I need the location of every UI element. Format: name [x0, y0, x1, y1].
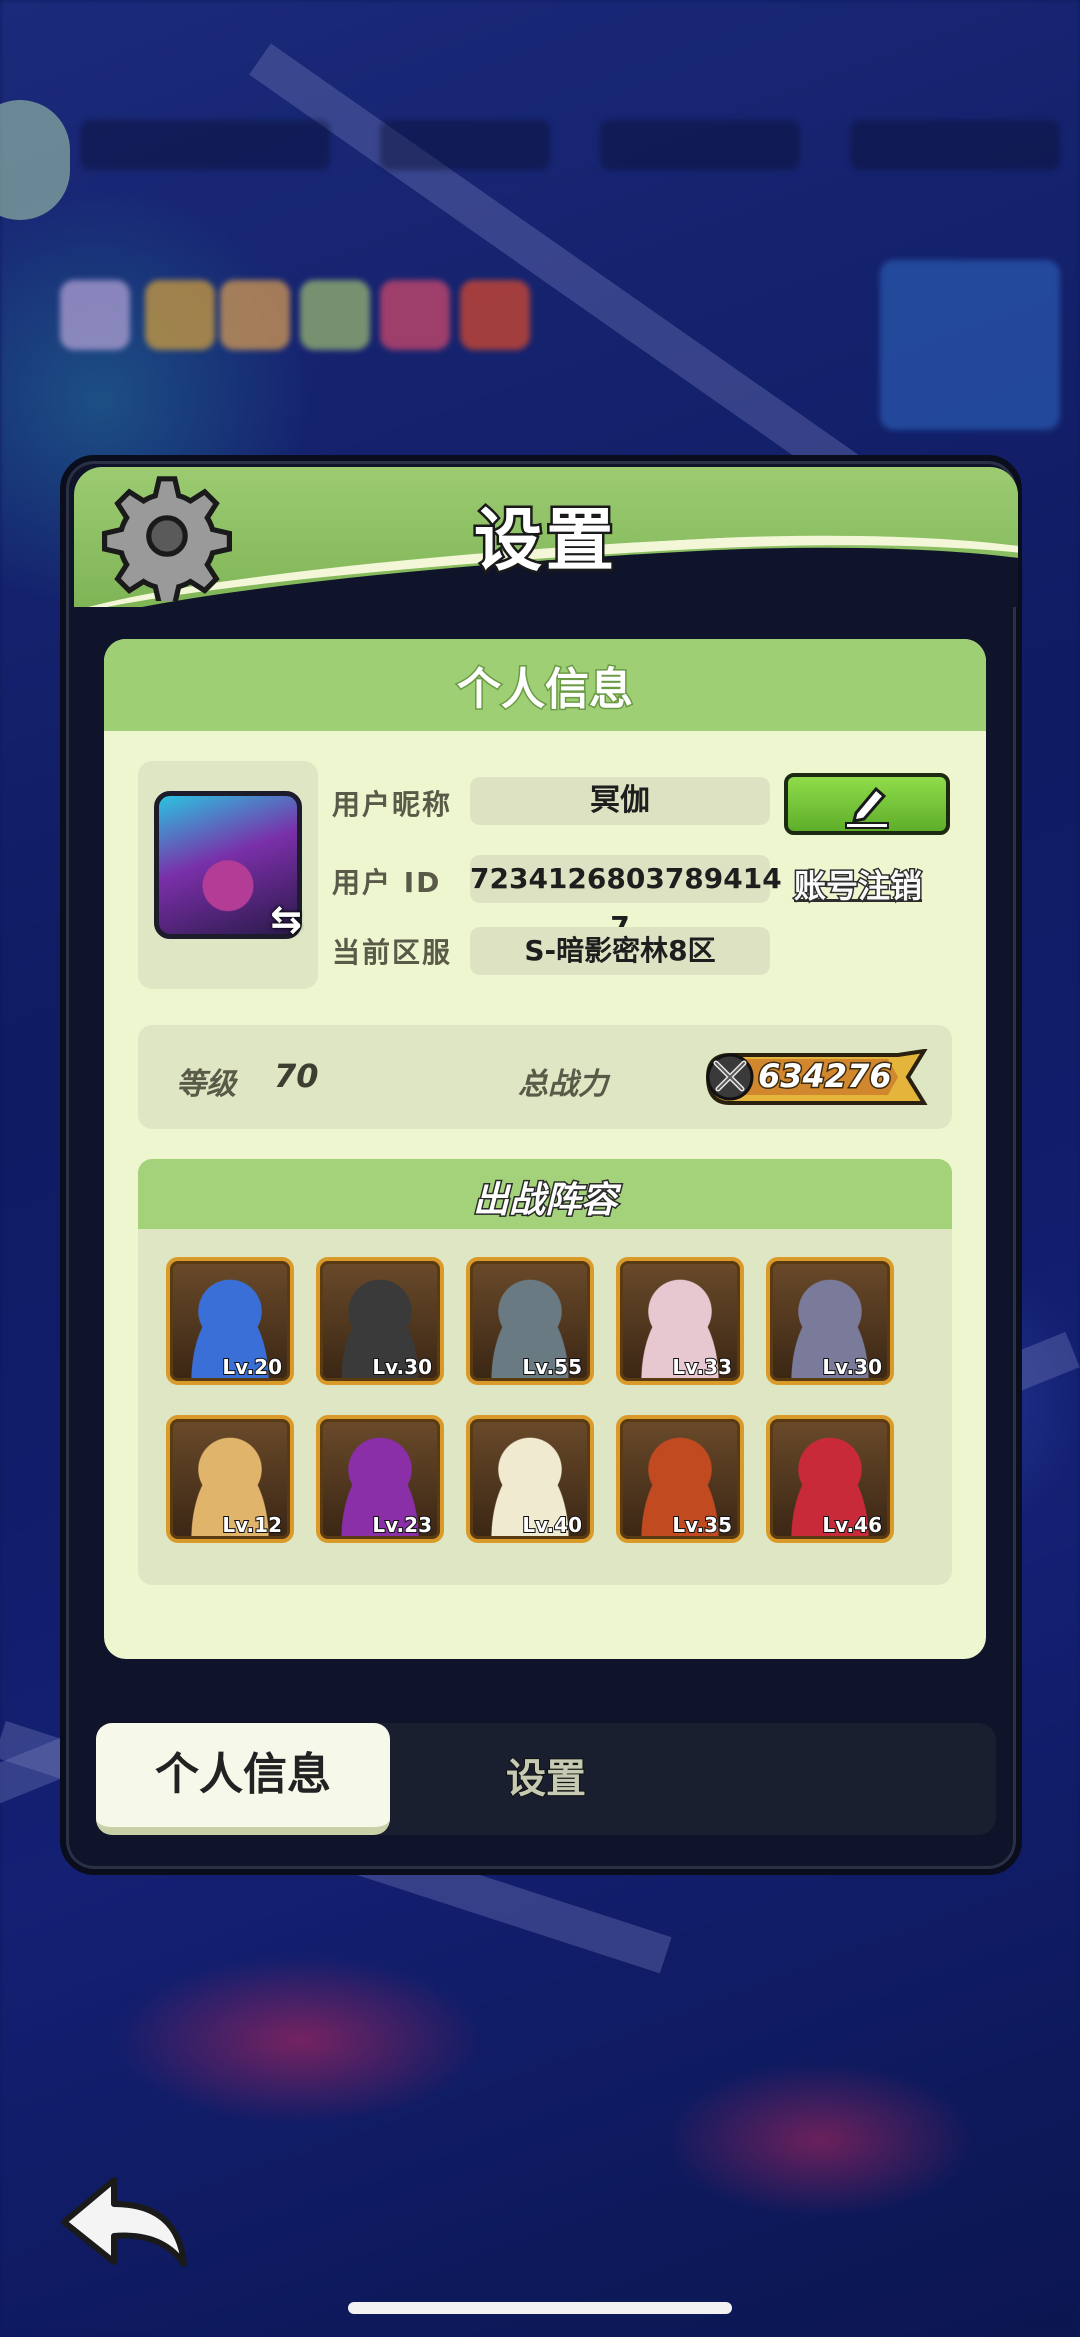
- server-label: 当前区服: [332, 936, 453, 969]
- blurred-icon: [460, 280, 530, 350]
- team-title: 出战阵容: [471, 1179, 618, 1223]
- hero-card[interactable]: Lv.35: [616, 1415, 744, 1543]
- team-header: 出战阵容: [138, 1159, 952, 1229]
- hero-card[interactable]: Lv.55: [466, 1257, 594, 1385]
- uid-label: 用户 ID: [332, 866, 442, 899]
- crossed-swords-icon: [713, 1060, 747, 1092]
- dialog-title: 设置: [471, 500, 618, 584]
- hud-chip: [380, 120, 550, 170]
- blurred-icon: [60, 280, 130, 350]
- hero-level: Lv.23: [371, 1512, 433, 1538]
- blurred-icon: [380, 280, 450, 350]
- hero-level: Lv.33: [671, 1354, 733, 1380]
- nickname-label: 用户昵称: [332, 788, 453, 821]
- hero-level: Lv.20: [221, 1354, 283, 1380]
- hero-level: Lv.30: [821, 1354, 883, 1380]
- dialog-header: 设置: [74, 467, 1018, 607]
- blurred-icon: [300, 280, 370, 350]
- profile-section-title: 个人信息: [456, 663, 635, 717]
- blurred-icon: [220, 280, 290, 350]
- bottom-tabbar: 个人信息 设置: [96, 1723, 996, 1835]
- level-label: 等级: [176, 1067, 236, 1102]
- hero-level: Lv.12: [221, 1512, 283, 1538]
- hero-level: Lv.55: [521, 1354, 583, 1380]
- hero-card[interactable]: Lv.12: [166, 1415, 294, 1543]
- profile-panel-header: 个人信息: [104, 639, 986, 731]
- hero-card[interactable]: Lv.23: [316, 1415, 444, 1543]
- avatar-box[interactable]: ⇆: [138, 761, 318, 989]
- home-indicator[interactable]: [348, 2302, 732, 2314]
- hero-level: Lv.46: [821, 1512, 883, 1538]
- blurred-hud: [0, 110, 1080, 200]
- power-label: 总战力: [518, 1067, 608, 1102]
- hero-level: Lv.40: [521, 1512, 583, 1538]
- stats-bar: 等级 70 总战力 634276: [138, 1025, 952, 1129]
- hud-chip: [80, 120, 330, 170]
- hero-card[interactable]: Lv.46: [766, 1415, 894, 1543]
- settings-dialog: 设置 个人信息 ⇆ 用户昵称 冥伽 用户 ID 7234126803789414…: [60, 455, 1022, 1875]
- power-badge: 634276: [698, 1048, 928, 1105]
- uid-field: 7234126803789414​7: [470, 855, 782, 943]
- hero-card[interactable]: Lv.33: [616, 1257, 744, 1385]
- pencil-icon: [845, 786, 889, 829]
- server-field: S-暗影密林8区: [470, 927, 770, 975]
- blurred-minimap: [880, 260, 1060, 430]
- cancel-account-link[interactable]: 账号注销: [792, 861, 923, 907]
- nickname-field: 冥伽: [470, 777, 770, 825]
- hero-card[interactable]: Lv.30: [766, 1257, 894, 1385]
- hud-chip: [600, 120, 800, 170]
- edit-nickname-button[interactable]: [784, 773, 950, 835]
- swap-avatar-icon[interactable]: ⇆: [264, 897, 308, 941]
- tab-profile[interactable]: 个人信息: [96, 1723, 390, 1835]
- hero-level: Lv.35: [671, 1512, 733, 1538]
- hero-level: Lv.30: [371, 1354, 433, 1380]
- blurred-icon: [145, 280, 215, 350]
- tab-settings[interactable]: 设置: [396, 1723, 696, 1835]
- hero-card[interactable]: Lv.40: [466, 1415, 594, 1543]
- back-arrow-icon[interactable]: [58, 2172, 198, 2282]
- profile-panel: 个人信息 ⇆ 用户昵称 冥伽 用户 ID 7234126803789414​7 …: [104, 639, 986, 1659]
- hero-card[interactable]: Lv.20: [166, 1257, 294, 1385]
- power-value: 634276: [757, 1056, 894, 1097]
- level-value: 70: [274, 1057, 319, 1095]
- team-box: 出战阵容 Lv.20 Lv.30 Lv.55 Lv.33 Lv.30 Lv.12 Lv.23…: [138, 1159, 952, 1585]
- hero-card[interactable]: Lv.30: [316, 1257, 444, 1385]
- hud-chip: [850, 120, 1060, 170]
